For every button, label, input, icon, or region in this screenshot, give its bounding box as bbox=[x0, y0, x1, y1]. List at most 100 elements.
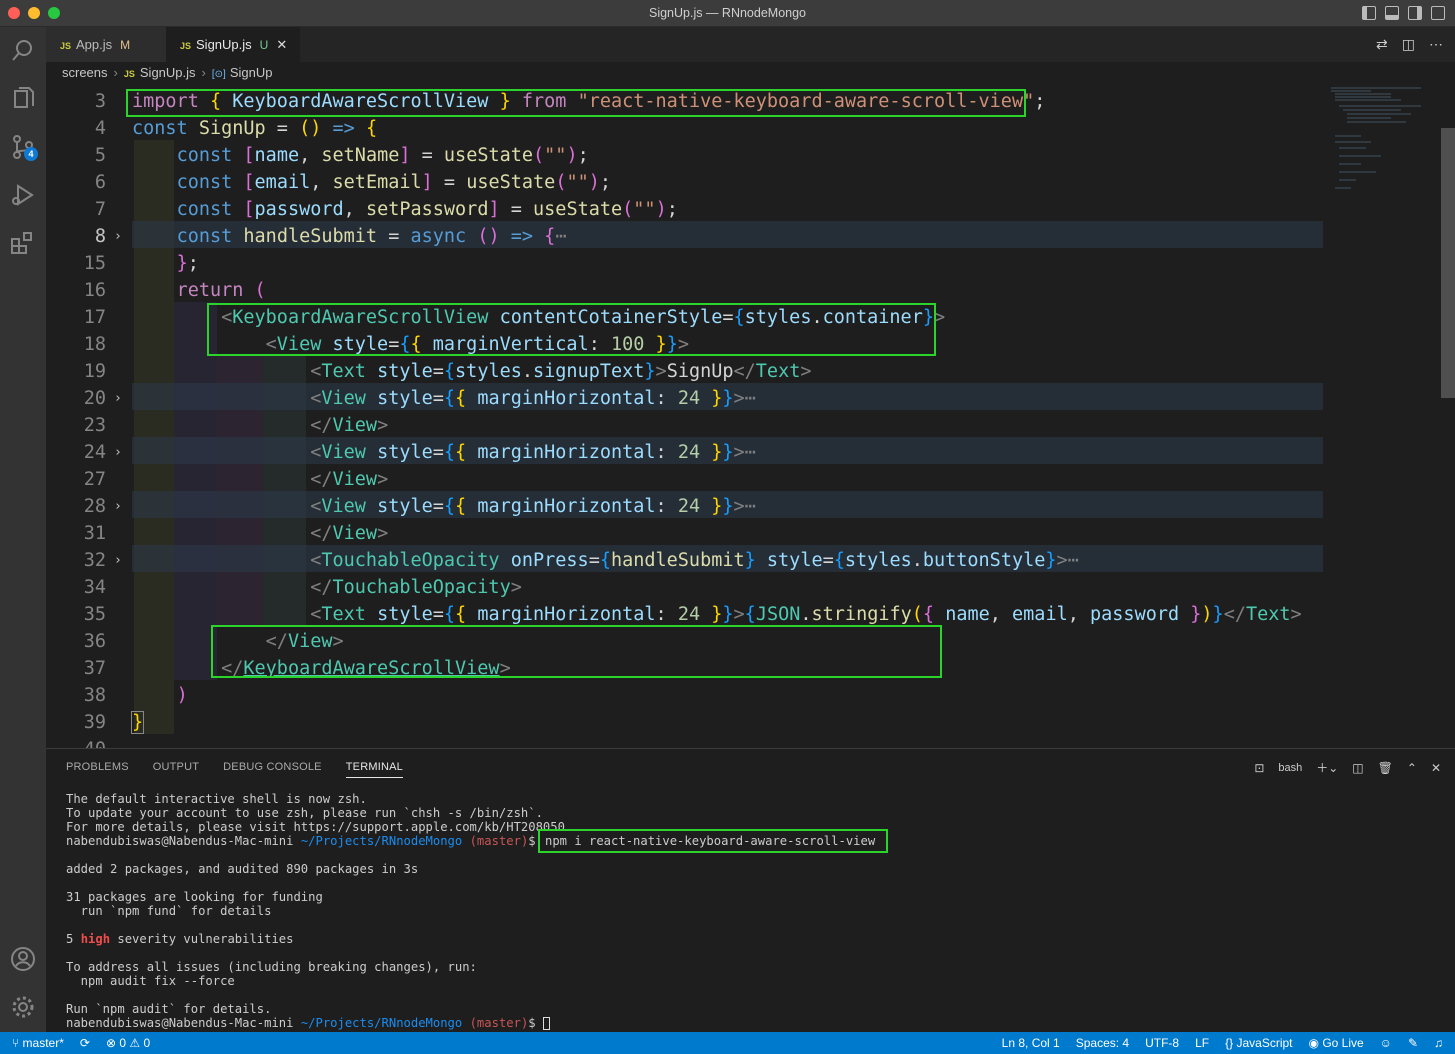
status-bar: ⑂ master* ⟳ ⊗ 0 ⚠ 0 Ln 8, Col 1 Spaces: … bbox=[0, 1032, 1455, 1054]
line-number: 34 bbox=[83, 577, 106, 598]
terminal-line: To address all issues (including breakin… bbox=[66, 960, 477, 974]
editor-tab-bar: JS App.js M JS SignUp.js U ✕ ⇄ ◫ ⋯ bbox=[46, 27, 1455, 62]
feedback-icon[interactable]: ✎ bbox=[1408, 1032, 1418, 1054]
chevron-right-icon: › bbox=[113, 65, 118, 80]
language-mode[interactable]: {} JavaScript bbox=[1225, 1032, 1292, 1054]
line-number: 39 bbox=[83, 712, 106, 733]
split-editor-icon[interactable]: ◫ bbox=[1402, 36, 1415, 53]
minimap[interactable] bbox=[1331, 86, 1441, 206]
panel-actions: ⊡ bash ＋⌄ ◫ 🗑 ⌃ ✕ bbox=[1254, 759, 1441, 776]
tab-app-js[interactable]: JS App.js M bbox=[46, 27, 166, 62]
terminal-cursor bbox=[542, 1017, 550, 1030]
settings-gear-icon[interactable] bbox=[9, 993, 37, 1021]
toggle-sidebar-icon[interactable] bbox=[1362, 6, 1376, 20]
vuln-count: 5 bbox=[66, 932, 81, 946]
terminal-line: Run `npm audit` for details. bbox=[66, 1002, 272, 1016]
title-bar: SignUp.js — RNnodeMongo bbox=[0, 0, 1455, 27]
encoding[interactable]: UTF-8 bbox=[1145, 1032, 1179, 1054]
layout-controls bbox=[1362, 6, 1445, 20]
broadcast-icon: ◉ bbox=[1308, 1036, 1323, 1050]
more-actions-icon[interactable]: ⋯ bbox=[1429, 36, 1443, 53]
customize-layout-icon[interactable] bbox=[1431, 6, 1445, 20]
activity-bar: 4 bbox=[0, 27, 46, 1032]
tab-signup-js[interactable]: JS SignUp.js U ✕ bbox=[166, 27, 300, 62]
error-count: 0 bbox=[119, 1036, 127, 1050]
terminal-output[interactable]: The default interactive shell is now zsh… bbox=[66, 792, 889, 1030]
toggle-secondary-sidebar-icon[interactable] bbox=[1408, 6, 1422, 20]
highlight-box-open-tags bbox=[207, 303, 936, 356]
accounts-icon[interactable] bbox=[9, 945, 37, 973]
panel-tabs: PROBLEMS OUTPUT DEBUG CONSOLE TERMINAL bbox=[66, 761, 403, 778]
code-line: 8 › const handleSubmit = async () => {⋯ bbox=[46, 223, 1426, 250]
explorer-icon[interactable] bbox=[9, 85, 37, 113]
code-editor[interactable]: 3 import { KeyboardAwareScrollView } from… bbox=[46, 86, 1455, 748]
window-title: SignUp.js — RNnodeMongo bbox=[648, 6, 807, 20]
highlight-box-import bbox=[126, 89, 1026, 117]
branch-status[interactable]: ⑂ master* bbox=[12, 1032, 64, 1054]
run-debug-icon[interactable] bbox=[9, 181, 37, 209]
line-number: 27 bbox=[83, 469, 106, 490]
terminal-command: npm i react-native-keyboard-aware-scroll… bbox=[537, 829, 889, 853]
line-number: 23 bbox=[83, 415, 106, 436]
error-icon: ⊗ bbox=[105, 1036, 120, 1050]
end-of-line[interactable]: LF bbox=[1195, 1032, 1209, 1054]
cursor-position[interactable]: Ln 8, Col 1 bbox=[1002, 1032, 1060, 1054]
code-line: 23 </View> bbox=[46, 412, 1426, 439]
split-terminal-icon[interactable]: ◫ bbox=[1352, 761, 1363, 775]
code-line: 4 const SignUp = () => { bbox=[46, 115, 1426, 142]
fold-chevron-icon[interactable]: › bbox=[114, 385, 122, 412]
shell-name[interactable]: bash bbox=[1278, 762, 1302, 774]
notifications-bell-icon[interactable]: ♫ bbox=[1434, 1032, 1443, 1054]
trash-icon[interactable]: 🗑 bbox=[1378, 761, 1393, 775]
breadcrumb-folder[interactable]: screens bbox=[62, 65, 108, 80]
sync-icon[interactable]: ⟳ bbox=[80, 1032, 90, 1054]
prompt-path: ~/Projects/RNnodeMongo bbox=[300, 834, 463, 848]
editor-scrollbar[interactable] bbox=[1441, 128, 1455, 398]
line-number: 19 bbox=[83, 361, 106, 382]
line-number: 32 bbox=[83, 550, 106, 571]
warning-count: 0 bbox=[143, 1036, 151, 1050]
line-number: 38 bbox=[83, 685, 106, 706]
close-panel-icon[interactable]: ✕ bbox=[1431, 761, 1441, 775]
fold-chevron-icon[interactable]: › bbox=[114, 493, 122, 520]
line-number: 4 bbox=[94, 118, 106, 139]
prompt-user: nabendubiswas@Nabendus-Mac-mini bbox=[66, 1016, 294, 1030]
symbol-variable-icon: [⊙] bbox=[211, 69, 226, 80]
bottom-panel: PROBLEMS OUTPUT DEBUG CONSOLE TERMINAL ⊡… bbox=[46, 748, 1455, 1032]
search-icon[interactable] bbox=[9, 37, 37, 65]
scm-badge: 4 bbox=[24, 147, 38, 161]
tab-terminal[interactable]: TERMINAL bbox=[345, 761, 403, 778]
extensions-icon[interactable] bbox=[9, 229, 37, 257]
breadcrumb: screens › JS SignUp.js › [⊙] SignUp bbox=[46, 62, 1455, 84]
line-number: 28 bbox=[83, 496, 106, 517]
chevron-right-icon: › bbox=[201, 65, 206, 80]
git-branch-icon: ⑂ bbox=[12, 1036, 23, 1050]
copilot-icon[interactable]: ☺ bbox=[1380, 1032, 1392, 1054]
toggle-panel-icon[interactable] bbox=[1385, 6, 1399, 20]
close-tab-icon[interactable]: ✕ bbox=[276, 37, 287, 52]
tab-problems[interactable]: PROBLEMS bbox=[66, 761, 129, 778]
open-changes-icon[interactable]: ⇄ bbox=[1376, 36, 1388, 53]
fold-chevron-icon[interactable]: › bbox=[114, 223, 122, 250]
tab-debug-console[interactable]: DEBUG CONSOLE bbox=[223, 761, 322, 778]
problems-status[interactable]: ⊗ 0 ⚠ 0 bbox=[106, 1032, 150, 1054]
line-number: 5 bbox=[94, 145, 106, 166]
code-line: 6 const [email, setEmail] = useState("")… bbox=[46, 169, 1426, 196]
vuln-text: severity vulnerabilities bbox=[110, 932, 294, 946]
branch-name: master* bbox=[22, 1036, 64, 1050]
indentation[interactable]: Spaces: 4 bbox=[1076, 1032, 1129, 1054]
warning-icon: ⚠ bbox=[129, 1036, 144, 1050]
line-number: 20 bbox=[83, 388, 106, 409]
maximize-panel-icon[interactable]: ⌃ bbox=[1407, 761, 1417, 775]
breadcrumb-symbol[interactable]: SignUp bbox=[230, 65, 273, 80]
breadcrumb-file[interactable]: SignUp.js bbox=[140, 65, 196, 80]
code-line: 24 › <View style={{ marginHorizontal: 24 … bbox=[46, 439, 1426, 466]
code-line: 20 › <View style={{ marginHorizontal: 24 … bbox=[46, 385, 1426, 412]
fold-chevron-icon[interactable]: › bbox=[114, 547, 122, 574]
code-line: 39} bbox=[46, 709, 1426, 736]
fold-chevron-icon[interactable]: › bbox=[114, 439, 122, 466]
tab-output[interactable]: OUTPUT bbox=[153, 761, 199, 778]
new-terminal-icon[interactable]: ＋⌄ bbox=[1316, 759, 1338, 776]
go-live-button[interactable]: ◉ Go Live bbox=[1309, 1032, 1364, 1054]
line-number: 36 bbox=[83, 631, 106, 652]
